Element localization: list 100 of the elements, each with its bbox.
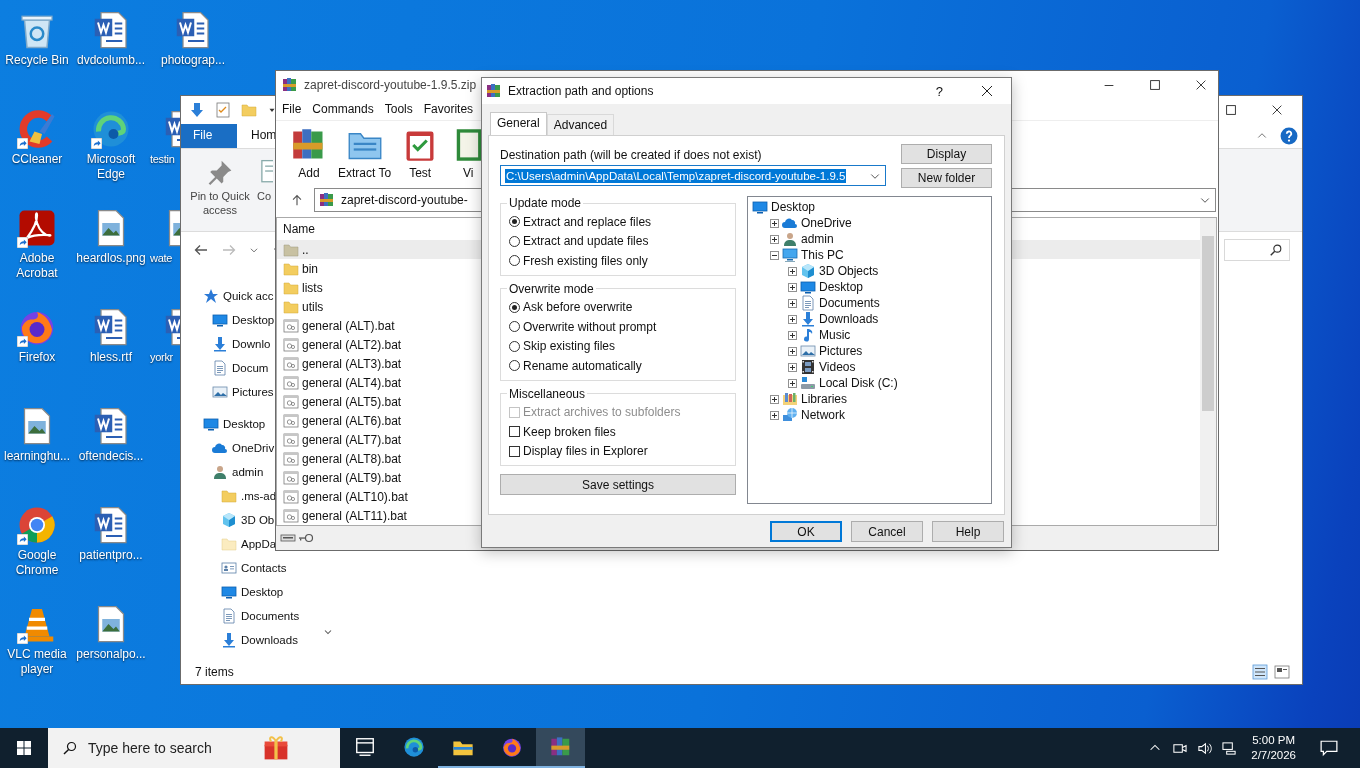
- checkbox[interactable]: [509, 445, 520, 457]
- file-name[interactable]: ..: [302, 242, 309, 257]
- file-name[interactable]: general (ALT9).bat: [302, 470, 402, 485]
- nav-item[interactable]: 3D Ob: [241, 514, 275, 526]
- nav-item[interactable]: admin: [232, 466, 264, 478]
- close-icon[interactable]: [979, 83, 995, 99]
- tab[interactable]: Advanced: [546, 114, 615, 135]
- nav-item[interactable]: Documents: [241, 610, 300, 622]
- nav-item[interactable]: Pictures: [232, 386, 274, 398]
- desktop-icon-label[interactable]: CCleaner: [11, 152, 63, 167]
- tree-item[interactable]: Pictures: [819, 344, 863, 358]
- dialog-button[interactable]: OK: [770, 521, 842, 542]
- option-label[interactable]: Overwrite without prompt: [523, 319, 657, 334]
- path-combo[interactable]: C:\Users\admin\AppData\Local\Temp\zapret-discord-youtube-1.9.5: [500, 165, 886, 186]
- tree-item[interactable]: Local Disk (C:): [819, 376, 898, 390]
- nav-item[interactable]: Quick acc: [223, 290, 274, 302]
- nav-item[interactable]: Downlo: [232, 338, 271, 350]
- expand-toggle[interactable]: [788, 346, 797, 356]
- desktop-icon-label[interactable]: personalpo...: [76, 647, 146, 662]
- menu-item[interactable]: Commands: [312, 102, 374, 116]
- desktop-icon-label[interactable]: hless.rtf: [90, 350, 132, 365]
- help-button[interactable]: ?: [935, 83, 943, 99]
- chevron-down-icon[interactable]: [249, 245, 259, 255]
- maximize-icon[interactable]: [1224, 103, 1238, 117]
- file-name[interactable]: lists: [302, 280, 323, 295]
- expand-toggle[interactable]: [788, 314, 797, 324]
- ribbon-tab[interactable]: Hom: [237, 124, 277, 148]
- expand-toggle[interactable]: [788, 266, 797, 276]
- save-settings-button[interactable]: Save settings: [500, 474, 736, 495]
- desktop-icon-label[interactable]: Recycle Bin: [5, 53, 69, 68]
- ribbon-command[interactable]: Co: [257, 189, 272, 203]
- tree-item[interactable]: This PC: [801, 248, 844, 262]
- file-name[interactable]: general (ALT10).bat: [302, 489, 408, 504]
- expand-toggle[interactable]: [788, 298, 797, 308]
- expand-toggle[interactable]: [788, 282, 797, 292]
- desktop-icon-label[interactable]: testin: [150, 152, 175, 167]
- option-label[interactable]: Fresh existing files only: [523, 253, 648, 268]
- side-button[interactable]: New folder: [901, 168, 992, 188]
- file-name[interactable]: utils: [302, 299, 324, 314]
- tree-item[interactable]: Libraries: [801, 392, 848, 406]
- desktop-icon-label[interactable]: wate: [150, 251, 173, 266]
- help-icon[interactable]: [1280, 127, 1298, 145]
- file-name[interactable]: general (ALT6).bat: [302, 413, 402, 428]
- tree-item[interactable]: admin: [801, 232, 834, 246]
- speaker-icon[interactable]: [1197, 740, 1213, 756]
- nav-item[interactable]: OneDriv: [232, 442, 275, 454]
- nav-item[interactable]: Downloads: [241, 634, 298, 646]
- desktop-icon-label[interactable]: heardlos.png: [76, 251, 146, 266]
- file-name[interactable]: general (ALT4).bat: [302, 375, 402, 390]
- desktop-icon-label[interactable]: VLC media player: [1, 647, 73, 677]
- expand-toggle[interactable]: [788, 330, 797, 340]
- nav-item[interactable]: Desktop: [241, 586, 284, 598]
- side-button[interactable]: Display: [901, 144, 992, 164]
- expand-toggle[interactable]: [770, 394, 779, 404]
- search-field[interactable]: [1224, 239, 1290, 261]
- clock-date[interactable]: 2/7/2026: [1251, 748, 1296, 763]
- notification-icon[interactable]: [1320, 739, 1338, 757]
- desktop-icon-label[interactable]: Firefox: [18, 350, 56, 365]
- expand-toggle[interactable]: [770, 250, 779, 260]
- nav-item[interactable]: .ms-ad: [241, 490, 277, 502]
- file-name[interactable]: general (ALT11).bat: [302, 508, 407, 523]
- desktop-icon-label[interactable]: yorkr: [150, 350, 173, 365]
- tree-item[interactable]: Videos: [819, 360, 856, 374]
- option-label[interactable]: Extract and update files: [523, 234, 649, 249]
- browser-icon[interactable]: [17, 505, 57, 545]
- expand-toggle[interactable]: [788, 378, 797, 388]
- pdf-icon[interactable]: [17, 208, 57, 248]
- file-name[interactable]: general (ALT5).bat: [302, 394, 402, 409]
- nav-item[interactable]: AppDa: [241, 538, 277, 550]
- dialog-button[interactable]: Help: [932, 521, 1004, 542]
- back-arrow-icon[interactable]: [193, 242, 209, 258]
- preview-view-icon[interactable]: [1274, 664, 1290, 680]
- desktop-icon-label[interactable]: dvdcolumb...: [76, 53, 145, 68]
- down-arrow-icon[interactable]: [189, 102, 205, 118]
- nav-item[interactable]: Desktop: [223, 418, 266, 430]
- tree-item[interactable]: Desktop: [819, 280, 864, 294]
- file-name[interactable]: general (ALT8).bat: [302, 451, 402, 466]
- column-header[interactable]: Name: [283, 222, 315, 236]
- toolbar-button[interactable]: Add: [290, 126, 328, 180]
- menu-item[interactable]: File: [282, 102, 302, 116]
- network-icon[interactable]: [1222, 740, 1238, 756]
- tab[interactable]: General: [490, 112, 547, 135]
- option-label[interactable]: Skip existing files: [523, 339, 616, 354]
- expand-toggle[interactable]: [770, 410, 779, 420]
- desktop-icon-label[interactable]: photograp...: [160, 53, 226, 68]
- toolbar-button[interactable]: Test: [401, 126, 440, 180]
- expand-toggle[interactable]: [788, 362, 797, 372]
- option-label[interactable]: Display files in Explorer: [523, 444, 648, 459]
- ribbon-tab[interactable]: File: [181, 124, 237, 148]
- scrollbar[interactable]: [1200, 218, 1216, 525]
- file-name[interactable]: general (ALT2).bat: [302, 337, 402, 352]
- desktop-icon-label[interactable]: oftendecis...: [78, 449, 144, 464]
- file-name[interactable]: general (ALT7).bat: [302, 432, 402, 447]
- start-icon[interactable]: [16, 740, 32, 756]
- tree-item[interactable]: Desktop: [771, 200, 816, 214]
- brush-c-icon[interactable]: [17, 109, 57, 149]
- file-name[interactable]: general (ALT3).bat: [302, 356, 402, 371]
- tree-item[interactable]: OneDrive: [801, 216, 852, 230]
- option-label[interactable]: Extract and replace files: [523, 214, 652, 229]
- nav-item[interactable]: Contacts: [241, 562, 287, 574]
